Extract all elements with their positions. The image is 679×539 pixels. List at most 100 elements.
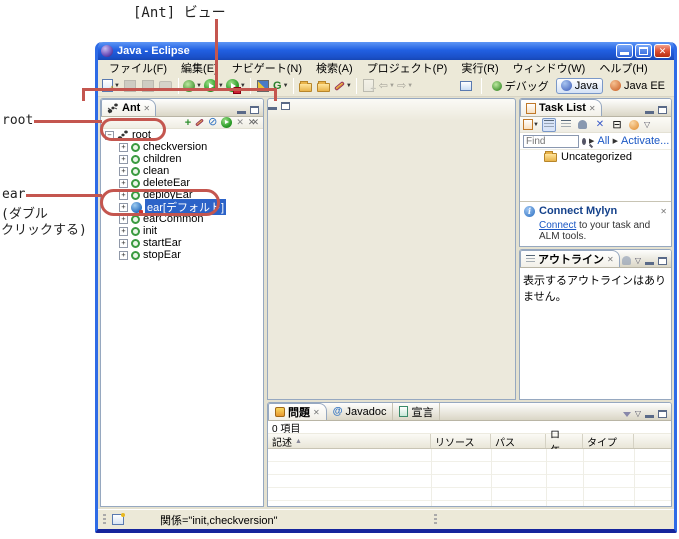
expand-expander-icon[interactable]: + [119,251,128,260]
tab-javadoc[interactable]: @ Javadoc [327,403,394,420]
column-path[interactable]: パス [491,434,546,448]
expand-expander-icon[interactable]: + [119,155,128,164]
close-button[interactable]: ✕ [654,44,671,58]
tree-node-target-ear[interactable]: +ear[デフォルト] [101,201,263,213]
title-bar[interactable]: Java - Eclipse ✕ [98,42,674,60]
expand-expander-icon[interactable]: + [119,179,128,188]
save-button[interactable] [121,77,139,95]
tree-node-target[interactable]: +init [101,225,263,237]
menu-navigate[interactable]: ナビゲート(N) [225,60,309,76]
menu-help[interactable]: ヘルプ(H) [592,60,654,76]
maximize-button[interactable] [635,44,652,58]
back-button[interactable]: ⇦▼ [378,77,396,95]
perspective-javaee[interactable]: Java EE [606,79,669,93]
tree-node-target[interactable]: +stopEar [101,249,263,261]
expand-expander-icon[interactable]: + [119,191,128,200]
connect-link[interactable]: Connect [539,220,576,231]
filter-icon[interactable] [623,412,631,417]
clear-button[interactable]: ✕ [593,118,607,132]
menu-search[interactable]: 検索(A) [309,60,360,76]
maximize-view-icon[interactable] [658,257,667,265]
focus-workweek-button[interactable] [576,118,590,132]
new-wizard-button[interactable]: ▼ [101,77,121,95]
close-icon[interactable]: ✕ [143,104,150,113]
view-menu-icon[interactable]: ▽ [635,257,641,265]
column-location[interactable]: ロケ... [546,434,583,448]
maximize-editor-icon[interactable] [281,102,290,110]
view-menu-icon[interactable]: ▽ [644,121,650,129]
expand-expander-icon[interactable]: + [119,203,128,212]
collapse-all-button[interactable]: ⊟ [610,118,624,132]
debug-button[interactable]: ▼ [182,77,203,95]
expand-expander-icon[interactable]: + [119,227,128,236]
tab-task-list[interactable]: Task List ✕ [520,99,602,116]
collapse-expander-icon[interactable]: − [105,131,114,140]
minimize-editor-icon[interactable] [268,102,277,110]
add-buildfile-icon[interactable]: + [185,117,191,129]
minimize-view-icon[interactable] [645,410,654,418]
minimize-view-icon[interactable] [645,257,654,265]
expand-expander-icon[interactable]: + [119,167,128,176]
fast-view-icon[interactable] [112,514,124,525]
open-perspective-button[interactable] [457,77,475,95]
close-icon[interactable]: ✕ [607,255,614,264]
tab-problems[interactable]: 問題 ✕ [268,403,327,420]
statusbar-grip[interactable] [103,514,106,526]
uncategorized-row[interactable]: Uncategorized [520,150,671,164]
focus-icon[interactable] [622,256,631,265]
close-icon[interactable]: ✕ [589,104,596,113]
perspective-debug[interactable]: デバッグ [488,77,553,95]
forward-button[interactable]: ⇨▼ [396,77,414,95]
tree-node-target[interactable]: +checkversion [101,141,263,153]
column-resource[interactable]: リソース [431,434,491,448]
tree-node-target[interactable]: +children [101,153,263,165]
search-button[interactable]: ▼ [333,77,353,95]
expand-expander-icon[interactable]: + [119,215,128,224]
tree-node-target[interactable]: +deleteEar [101,177,263,189]
tree-node-target[interactable]: +startEar [101,237,263,249]
tree-node-target[interactable]: +clean [101,165,263,177]
menu-project[interactable]: プロジェクト(P) [360,60,455,76]
expand-expander-icon[interactable]: + [119,239,128,248]
hide-internal-targets-icon[interactable]: ⊘ [208,117,217,128]
tab-outline[interactable]: アウトライン ✕ [520,250,620,267]
tab-ant[interactable]: Ant ✕ [101,99,156,116]
new-java-project-button[interactable] [254,77,272,95]
run-button[interactable]: ▼ [203,77,225,95]
remove-all-icon[interactable]: ✕✕ [248,117,255,128]
minimize-button[interactable] [616,44,633,58]
tree-node-root[interactable]: − root [101,129,263,141]
search-buildfile-icon[interactable] [195,118,204,126]
minimize-view-icon[interactable] [645,106,654,114]
all-filter-link[interactable]: All [597,135,609,147]
minimize-view-icon[interactable] [237,106,246,114]
last-edit-location-button[interactable] [360,77,378,95]
open-resource-button[interactable] [297,77,315,95]
menu-run[interactable]: 実行(R) [454,60,505,76]
activate-link[interactable]: Activate... [621,135,669,147]
maximize-view-icon[interactable] [658,410,667,418]
close-icon[interactable]: ✕ [660,207,667,216]
perspective-java[interactable]: Java [556,78,603,94]
run-target-icon[interactable] [221,117,232,128]
expand-expander-icon[interactable]: + [119,143,128,152]
maximize-view-icon[interactable] [658,106,667,114]
find-input[interactable] [523,135,579,148]
mylyn-menu-button[interactable] [627,118,641,132]
menu-window[interactable]: ウィンドウ(W) [506,60,593,76]
statusbar-grip[interactable] [434,514,437,526]
view-menu-icon[interactable]: ▽ [635,410,641,418]
maximize-view-icon[interactable] [250,106,259,114]
menu-file[interactable]: ファイル(F) [102,60,174,76]
import-button[interactable] [315,77,333,95]
external-tools-button[interactable]: ▼ [225,77,247,95]
scheduled-view-button[interactable] [559,118,573,132]
column-description[interactable]: 記述▲ [268,434,431,448]
tab-declaration[interactable]: 宣言 [393,403,440,420]
close-icon[interactable]: ✕ [313,408,320,417]
remove-icon[interactable]: ✕ [236,117,244,128]
column-type[interactable]: タイプ [583,434,634,448]
new-task-button[interactable]: ▼ [523,118,539,132]
categorized-view-button[interactable] [542,118,556,132]
tree-node-target[interactable]: +earCommon [101,213,263,225]
